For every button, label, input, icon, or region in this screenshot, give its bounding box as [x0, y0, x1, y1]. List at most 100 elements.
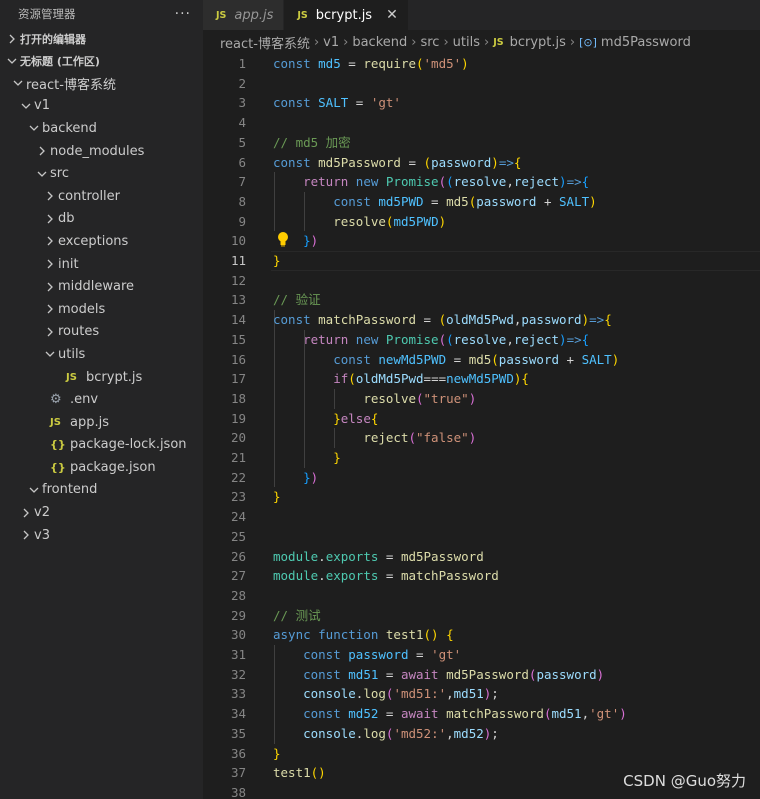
code-line[interactable]: const md5 = require('md5')	[273, 54, 469, 74]
more-actions-icon[interactable]: ···	[175, 6, 191, 22]
breadcrumb-item[interactable]: backend	[352, 35, 407, 50]
code-token: ,	[506, 331, 514, 347]
tree-item-label: models	[58, 301, 106, 317]
code-line[interactable]: console.log('md51:',md51);	[273, 684, 499, 704]
code-editor[interactable]: 1 const md5 = require('md5') 2 3 const SALT …	[203, 54, 760, 799]
breadcrumb-item[interactable]: v1	[323, 35, 339, 50]
tree-folder[interactable]: frontend	[0, 479, 203, 502]
code-line[interactable]: const password = 'gt'	[273, 645, 461, 665]
code-token: const	[333, 193, 379, 209]
code-line[interactable]: reject("false")	[273, 428, 476, 448]
tree-folder[interactable]: react-博客系统	[0, 72, 203, 95]
code-line[interactable]: const newMd5PWD = md5(password + SALT)	[273, 350, 619, 370]
workspace-section[interactable]: 无标题 (工作区)	[0, 50, 203, 72]
code-token: }	[303, 469, 311, 485]
tree-file[interactable]: ⚙ .env	[0, 388, 203, 411]
code-token: newMd5PWD	[378, 351, 447, 367]
code-line[interactable]: const md5PWD = md5(password + SALT)	[273, 192, 596, 212]
tree-item-label: v3	[34, 527, 50, 543]
code-token: }	[273, 489, 281, 505]
line-number: 19	[230, 410, 246, 426]
code-line[interactable]: // 验证	[273, 290, 321, 310]
tree-folder[interactable]: backend	[0, 117, 203, 140]
breadcrumb-item[interactable]: utils	[453, 35, 480, 50]
lightbulb-icon[interactable]	[277, 231, 289, 251]
breadcrumb-item[interactable]: src	[420, 35, 439, 50]
breadcrumb-symbol[interactable]: md5Password	[601, 35, 691, 50]
code-token: "false"	[416, 430, 469, 446]
code-token: =	[416, 312, 439, 328]
explorer-title: 资源管理器	[18, 7, 76, 21]
code-line[interactable]: if(oldMd5Pwd===newMd5PWD){	[273, 369, 529, 389]
code-token: test1	[385, 627, 424, 643]
tree-file[interactable]: {} package-lock.json	[0, 434, 203, 457]
tree-folder[interactable]: exceptions	[0, 230, 203, 253]
code-token: password	[476, 193, 537, 209]
code-line[interactable]: }	[273, 487, 281, 507]
code-line[interactable]: }	[273, 744, 281, 764]
chevron-right-icon: ›	[569, 34, 576, 50]
chevron-right-icon	[4, 34, 20, 44]
code-line[interactable]: }	[273, 251, 281, 271]
code-line[interactable]: }else{	[273, 409, 378, 429]
code-line[interactable]: return new Promise((resolve,reject)=>{	[273, 172, 589, 192]
code-line[interactable]: resolve(md5PWD)	[273, 212, 446, 232]
breadcrumb-file[interactable]: bcrypt.js	[510, 35, 566, 50]
tree-folder[interactable]: src	[0, 162, 203, 185]
tree-file[interactable]: JS app.js	[0, 411, 203, 434]
code-line[interactable]: console.log('md52:',md52);	[273, 724, 499, 744]
code-line[interactable]: })	[273, 468, 318, 488]
tree-folder[interactable]: init	[0, 253, 203, 276]
code-line[interactable]: module.exports = md5Password	[273, 547, 484, 567]
code-line[interactable]: const md5Password = (password)=>{	[273, 153, 521, 173]
code-token: module	[273, 548, 319, 564]
tab-bcrypt-js[interactable]: JS bcrypt.js ✕	[284, 0, 409, 30]
tree-file[interactable]: JS bcrypt.js	[0, 366, 203, 389]
tree-folder[interactable]: models	[0, 298, 203, 321]
code-token: (	[438, 312, 447, 328]
line-number: 13	[230, 292, 246, 308]
code-line[interactable]: }	[273, 448, 341, 468]
code-line[interactable]: return new Promise((resolve,reject)=>{	[273, 330, 589, 350]
code-token: return	[303, 331, 356, 347]
code-line[interactable]: async function test1() {	[273, 625, 454, 645]
tree-folder[interactable]: v2	[0, 501, 203, 524]
tree-file[interactable]: {} package.json	[0, 456, 203, 479]
code-line[interactable]: // md5 加密	[273, 133, 351, 153]
tree-folder[interactable]: db	[0, 208, 203, 231]
code-line[interactable]: const matchPassword = (oldMd5Pwd,passwor…	[273, 310, 612, 330]
code-token: // 验证	[273, 292, 321, 308]
tree-folder[interactable]: v1	[0, 95, 203, 118]
js-file-icon: JS	[216, 9, 227, 21]
tree-folder[interactable]: controller	[0, 185, 203, 208]
open-editors-section[interactable]: 打开的编辑器	[0, 28, 203, 50]
tree-folder[interactable]: utils	[0, 343, 203, 366]
code-line[interactable]: const SALT = 'gt'	[273, 93, 401, 113]
code-line[interactable]: const md52 = await matchPassword(md51,'g…	[273, 704, 627, 724]
breadcrumb-item[interactable]: react-博客系统	[220, 33, 310, 52]
code-token: {	[581, 174, 590, 190]
close-icon[interactable]: ✕	[386, 7, 398, 23]
tree-item-label: routes	[58, 324, 100, 340]
tree-folder[interactable]: routes	[0, 321, 203, 344]
code-line[interactable]: test1()	[273, 763, 326, 783]
code-token: log	[363, 686, 386, 702]
code-line[interactable]: resolve("true")	[273, 389, 476, 409]
code-token: await	[400, 706, 447, 722]
tab-app-js[interactable]: JS app.js	[203, 0, 285, 30]
code-line[interactable]: const md51 = await md5Password(password)	[273, 665, 604, 685]
tree-folder[interactable]: middleware	[0, 275, 203, 298]
code-line[interactable]: // 测试	[273, 606, 321, 626]
tree-folder[interactable]: node_modules	[0, 140, 203, 163]
code-line[interactable]: module.exports = matchPassword	[273, 566, 499, 586]
code-token: =	[340, 56, 364, 71]
code-token: )	[581, 312, 590, 328]
tree-folder[interactable]: v3	[0, 524, 203, 547]
code-token: reject	[513, 331, 560, 347]
chevron-down-icon	[34, 169, 50, 179]
